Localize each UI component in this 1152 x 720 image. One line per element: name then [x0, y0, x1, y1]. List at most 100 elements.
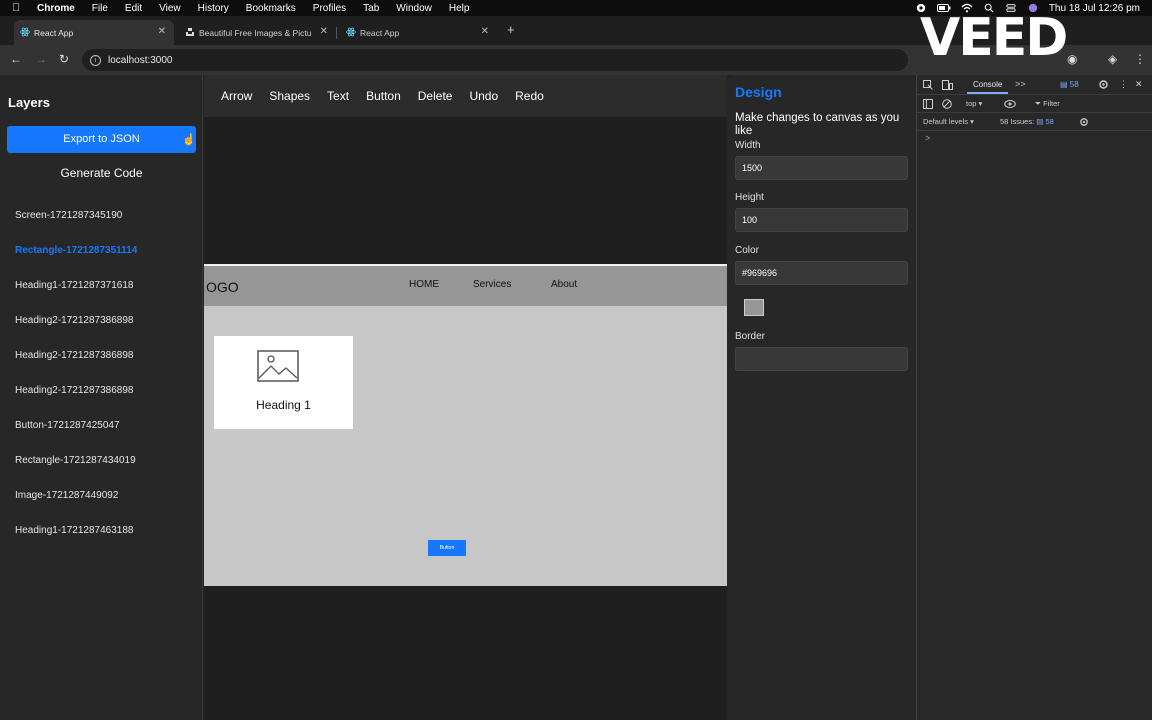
more-tabs-icon[interactable]: >> — [1015, 79, 1026, 89]
react-favicon-icon — [346, 27, 356, 37]
canvas-button-element[interactable]: Button — [428, 540, 466, 556]
delete-button[interactable]: Delete — [418, 89, 453, 103]
tab-separator — [336, 27, 337, 39]
chrome-menu-icon[interactable]: ⋮ — [1134, 53, 1146, 65]
devtools-panel: Console >> ▤ 58 ⋮ ✕ top ▾ ⏷ Filter Defau… — [916, 75, 1152, 720]
canvas-card-rectangle[interactable]: Heading 1 — [214, 336, 353, 429]
menu-window[interactable]: Window — [396, 3, 432, 14]
console-prompt[interactable]: > — [925, 133, 930, 143]
color-swatch[interactable] — [744, 299, 764, 316]
height-input[interactable]: 100 — [735, 208, 908, 232]
eye-icon[interactable] — [1004, 99, 1016, 109]
clear-console-icon[interactable] — [942, 99, 952, 109]
canvas-screen[interactable]: Heading 1 Button — [204, 306, 727, 586]
canvas-logo-text[interactable]: OGO — [206, 279, 239, 295]
context-selector[interactable]: top ▾ — [966, 99, 982, 108]
extension-icon[interactable]: ◈ — [1108, 53, 1117, 65]
filter-input[interactable]: ⏷ Filter — [1035, 99, 1060, 109]
canvas-empty-area-bottom[interactable] — [204, 586, 727, 720]
close-tab-icon[interactable]: ✕ — [158, 26, 166, 37]
image-placeholder-icon[interactable] — [257, 350, 299, 382]
width-input[interactable]: 1500 — [735, 156, 908, 180]
veed-watermark: VEED — [920, 8, 1068, 68]
react-favicon-icon — [20, 27, 30, 37]
issues-badge[interactable]: ▤ 58 — [1060, 80, 1079, 89]
browser-tab-react-app[interactable]: React App ✕ — [340, 20, 497, 45]
button-tool-button[interactable]: Button — [366, 89, 401, 103]
mouse-pointer-icon: ☝ — [182, 134, 196, 146]
menu-tab[interactable]: Tab — [363, 3, 379, 14]
canvas-empty-area[interactable] — [204, 117, 727, 265]
site-info-icon[interactable]: i — [90, 54, 101, 66]
browser-tab-unsplash[interactable]: Beautiful Free Images & Pictu ✕ — [179, 20, 337, 45]
menu-history[interactable]: History — [198, 3, 229, 14]
layer-item[interactable]: Heading2-1721287386898 — [15, 385, 133, 396]
menu-edit[interactable]: Edit — [125, 3, 142, 14]
issues-summary-count: ▤ 58 — [1036, 117, 1054, 126]
new-tab-icon[interactable]: + — [507, 22, 515, 37]
menu-profiles[interactable]: Profiles — [313, 3, 346, 14]
text-tool-button[interactable]: Text — [327, 89, 349, 103]
color-label: Color — [735, 245, 759, 256]
canvas-nav-services[interactable]: Services — [473, 279, 511, 290]
canvas-nav-rectangle[interactable]: OGO HOME Services About — [204, 266, 727, 306]
undo-button[interactable]: Undo — [469, 89, 498, 103]
back-arrow-icon[interactable]: ← — [10, 53, 22, 65]
profile-icon[interactable]: ◉ — [1067, 53, 1077, 65]
browser-tab-react-app-active[interactable]: React App ✕ — [14, 20, 174, 45]
sidebar-toggle-icon[interactable] — [923, 99, 933, 109]
border-input[interactable] — [735, 347, 908, 371]
console-settings-icon[interactable] — [1079, 117, 1089, 127]
close-devtools-icon[interactable]: ✕ — [1135, 79, 1143, 90]
color-input[interactable]: #969696 — [735, 261, 908, 285]
redo-button[interactable]: Redo — [515, 89, 544, 103]
layer-item[interactable]: Button-1721287425047 — [15, 420, 120, 431]
layer-item[interactable]: Rectangle-1721287351114 — [15, 245, 137, 256]
close-tab-icon[interactable]: ✕ — [320, 26, 328, 37]
inspect-element-icon[interactable] — [923, 80, 933, 90]
reload-icon[interactable]: ↻ — [59, 53, 69, 65]
levels-dropdown[interactable]: Default levels ▾ — [923, 117, 974, 126]
address-bar[interactable]: i localhost:3000 — [82, 49, 908, 71]
design-panel: Design Make changes to canvas as you lik… — [727, 75, 916, 720]
generate-code-button[interactable]: Generate Code — [7, 161, 196, 185]
menu-bookmarks[interactable]: Bookmarks — [246, 3, 296, 14]
shapes-tool-button[interactable]: Shapes — [269, 89, 310, 103]
devtools-console-tab[interactable]: Console — [967, 80, 1009, 94]
arrow-tool-button[interactable]: Arrow — [221, 89, 252, 103]
issues-summary[interactable]: 58 Issues: ▤ 58 — [1000, 117, 1054, 126]
close-tab-icon[interactable]: ✕ — [481, 26, 489, 37]
design-title: Design — [735, 84, 782, 100]
tab-title: Beautiful Free Images & Pictu — [199, 27, 312, 38]
border-label: Border — [735, 331, 766, 342]
layer-item[interactable]: Heading2-1721287386898 — [15, 350, 133, 361]
canvas-nav-about[interactable]: About — [551, 279, 577, 290]
device-toolbar-icon[interactable] — [942, 80, 953, 90]
apple-icon[interactable]:  — [12, 2, 26, 14]
menu-view[interactable]: View — [159, 3, 181, 14]
devtools-menu-icon[interactable]: ⋮ — [1119, 79, 1128, 90]
canvas-nav-home[interactable]: HOME — [409, 279, 439, 290]
address-url[interactable]: localhost:3000 — [108, 55, 173, 66]
settings-gear-icon[interactable] — [1098, 79, 1109, 90]
menu-file[interactable]: File — [92, 3, 108, 14]
layer-item[interactable]: Heading1-1721287371618 — [15, 280, 133, 291]
layer-item[interactable]: Rectangle-1721287434019 — [15, 455, 136, 466]
levels-dropdown-value: Default levels — [923, 117, 969, 126]
menu-help[interactable]: Help — [449, 3, 470, 14]
issues-badge-count: 58 — [1069, 80, 1079, 89]
forward-arrow-icon[interactable]: → — [35, 53, 47, 65]
menu-app-name[interactable]: Chrome — [37, 3, 75, 14]
export-json-button[interactable]: Export to JSON — [7, 126, 196, 153]
layer-item[interactable]: Image-1721287449092 — [15, 490, 118, 501]
design-description: Make changes to canvas as you like — [735, 112, 900, 137]
layer-item[interactable]: Heading2-1721287386898 — [15, 315, 133, 326]
layer-item[interactable]: Heading1-1721287463188 — [15, 525, 133, 536]
app-page: Layers Export to JSON ☝ Generate Code Sc… — [0, 75, 916, 720]
canvas-card-heading[interactable]: Heading 1 — [214, 398, 353, 412]
layers-panel: Layers Export to JSON ☝ Generate Code Sc… — [0, 75, 203, 720]
layers-title: Layers — [8, 95, 50, 110]
filter-placeholder: Filter — [1043, 99, 1060, 108]
context-selector-value: top — [966, 99, 977, 108]
layer-item[interactable]: Screen-1721287345190 — [15, 210, 122, 221]
